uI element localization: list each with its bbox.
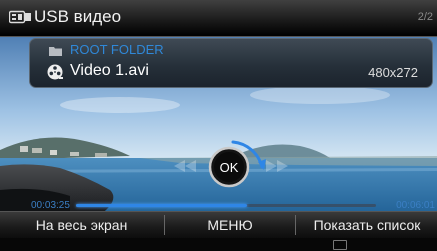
film-reel-icon [47, 64, 63, 80]
total-time: 00:06:01 [396, 200, 435, 211]
elapsed-time: 00:03:25 [31, 200, 70, 211]
menu-button[interactable]: МЕНЮ [166, 212, 294, 238]
rewind-icon[interactable] [170, 158, 196, 174]
logo-icon [333, 240, 347, 250]
status-strip [0, 238, 437, 251]
video-player-screen: USB видео 2/2 ROOT FOLDER Video 1.avi 48… [0, 0, 437, 251]
title-bar: USB видео 2/2 [0, 0, 437, 37]
usb-icon [9, 10, 31, 24]
show-list-button[interactable]: Показать список [297, 212, 437, 238]
folder-icon [49, 47, 62, 56]
file-name: Video 1.avi [70, 62, 149, 79]
fast-forward-icon[interactable] [264, 158, 290, 174]
video-resolution: 480x272 [368, 65, 418, 80]
folder-name: ROOT FOLDER [70, 42, 164, 57]
progress-fill [76, 204, 247, 207]
softkey-divider [164, 215, 165, 235]
softkey-divider [295, 215, 296, 235]
ok-label: OK [220, 160, 239, 175]
progress-bar[interactable] [76, 204, 376, 207]
fullscreen-button[interactable]: На весь экран [0, 212, 163, 238]
page-indicator: 2/2 [417, 11, 433, 23]
file-info-panel[interactable]: ROOT FOLDER Video 1.avi 480x272 [29, 38, 433, 88]
ok-button[interactable]: OK [208, 146, 250, 188]
page-title: USB видео [34, 7, 122, 26]
softkey-bar: На весь экран МЕНЮ Показать список [0, 211, 437, 238]
